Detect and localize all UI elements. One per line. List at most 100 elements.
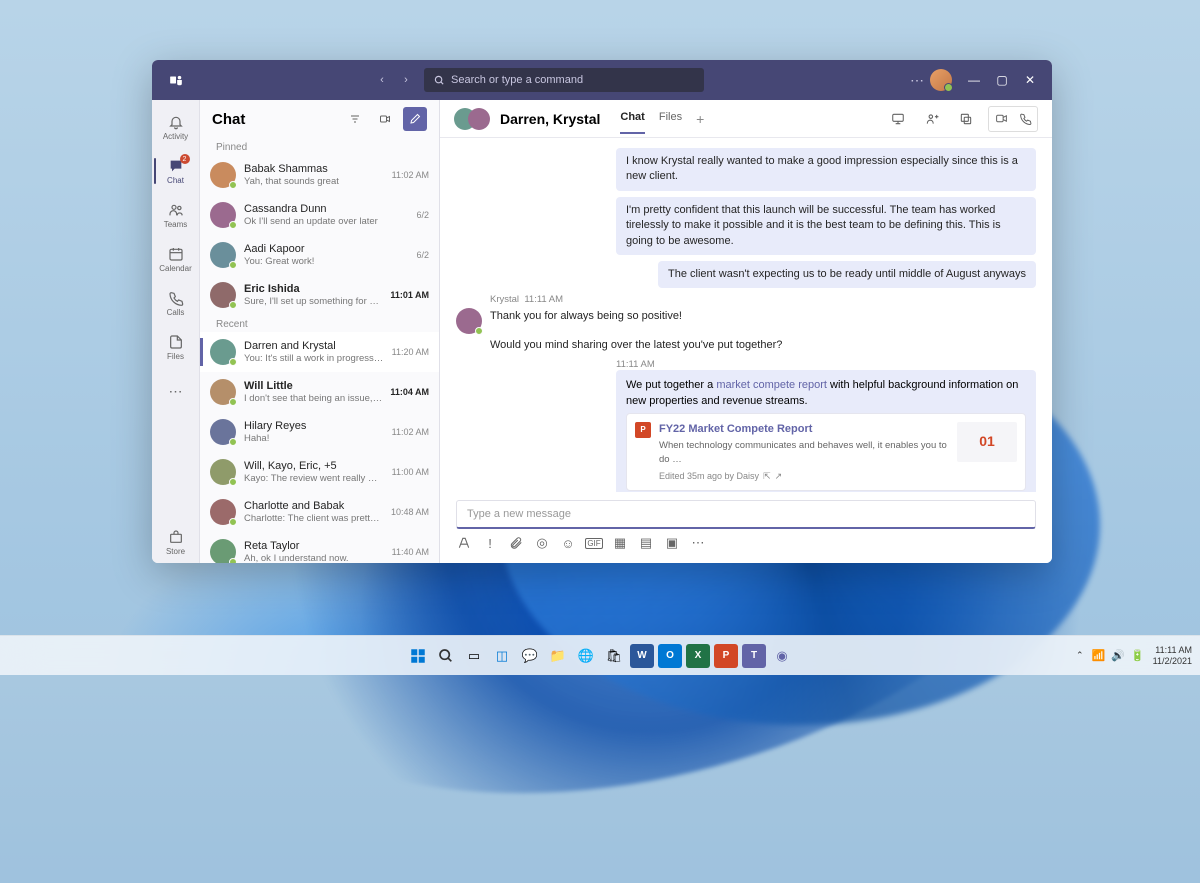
taskbar-teams-chat[interactable]: 💬: [518, 644, 542, 668]
message-bubble-mine[interactable]: We put together a market compete report …: [616, 370, 1036, 492]
message-bubble-mine[interactable]: I'm pretty confident that this launch wi…: [616, 197, 1036, 255]
sticker-button[interactable]: ▦: [612, 535, 628, 551]
file-card[interactable]: P FY22 Market Compete Report When techno…: [626, 413, 1026, 492]
chat-avatar: [210, 339, 236, 365]
filter-button[interactable]: [343, 107, 367, 131]
message-group: Krystal 11:11 AM Thank you for always be…: [456, 294, 1036, 353]
chat-avatar: [210, 242, 236, 268]
calendar-icon: [167, 245, 185, 263]
more-icon: ⋯: [167, 382, 185, 400]
format-button[interactable]: [456, 535, 472, 551]
chat-avatar: [210, 202, 236, 228]
taskbar-excel[interactable]: X: [686, 644, 710, 668]
search-taskbar-button[interactable]: [434, 644, 458, 668]
taskbar-outlook[interactable]: O: [658, 644, 682, 668]
volume-icon[interactable]: 🔊: [1111, 649, 1125, 662]
taskbar-teams[interactable]: T: [742, 644, 766, 668]
chat-avatar: [210, 162, 236, 188]
recent-section-label: Recent: [200, 315, 439, 332]
chat-badge: 2: [180, 154, 190, 164]
clock-time: 11:11 AM: [1153, 645, 1192, 656]
chat-list-item[interactable]: Darren and KrystalYou: It's still a work…: [200, 332, 439, 372]
message-text[interactable]: Would you mind sharing over the latest y…: [490, 338, 782, 353]
rail-store[interactable]: Store: [154, 521, 198, 563]
battery-icon[interactable]: 🔋: [1131, 649, 1145, 662]
add-people-button[interactable]: [920, 107, 944, 131]
chat-preview: Sure, I'll set up something for next wee…: [244, 296, 382, 307]
taskbar-app[interactable]: ◉: [770, 644, 794, 668]
taskbar-word[interactable]: W: [630, 644, 654, 668]
new-chat-button[interactable]: [403, 107, 427, 131]
more-compose-button[interactable]: ⋯: [690, 535, 706, 551]
search-input[interactable]: Search or type a command: [424, 68, 704, 92]
nav-back-button[interactable]: ‹: [372, 70, 392, 90]
chat-avatar: [210, 379, 236, 405]
widgets-button[interactable]: ◫: [490, 644, 514, 668]
chat-name: Eric Ishida: [244, 283, 382, 295]
close-button[interactable]: ✕: [1016, 66, 1044, 94]
store-icon: [167, 528, 185, 546]
rail-activity[interactable]: Activity: [154, 106, 198, 148]
stream-button[interactable]: ▣: [664, 535, 680, 551]
tab-add[interactable]: +: [696, 103, 704, 134]
rail-calendar[interactable]: Calendar: [154, 238, 198, 280]
taskview-button[interactable]: ▭: [462, 644, 486, 668]
taskbar-clock[interactable]: 11:11 AM 11/2/2021: [1153, 645, 1192, 667]
tab-chat[interactable]: Chat: [620, 103, 644, 134]
share-screen-button[interactable]: [886, 107, 910, 131]
conversation-header: Darren, Krystal Chat Files +: [440, 100, 1052, 138]
chat-preview: Charlotte: The client was pretty happy w…: [244, 513, 383, 524]
rail-files[interactable]: Files: [154, 326, 198, 368]
maximize-button[interactable]: ▢: [988, 66, 1016, 94]
chat-time: 11:02 AM: [392, 170, 429, 180]
nav-forward-button[interactable]: ›: [396, 70, 416, 90]
loop-button[interactable]: ◎: [534, 535, 550, 551]
chat-list-item[interactable]: Hilary ReyesHaha!11:02 AM: [200, 412, 439, 452]
message-link[interactable]: market compete report: [716, 379, 827, 391]
share-icon[interactable]: ⇱: [763, 470, 771, 483]
open-icon[interactable]: ↗: [775, 470, 783, 483]
rail-label: Chat: [167, 176, 184, 185]
taskbar-store[interactable]: 🛍: [602, 644, 626, 668]
meet-now-button[interactable]: [373, 107, 397, 131]
schedule-button[interactable]: ▤: [638, 535, 654, 551]
user-avatar[interactable]: [930, 69, 952, 91]
chat-list-item[interactable]: Eric IshidaSure, I'll set up something f…: [200, 275, 439, 315]
chat-list-item[interactable]: Charlotte and BabakCharlotte: The client…: [200, 492, 439, 532]
popout-button[interactable]: [954, 107, 978, 131]
message-bubble-mine[interactable]: The client wasn't expecting us to be rea…: [658, 261, 1036, 288]
taskbar-explorer[interactable]: 📁: [546, 644, 570, 668]
chat-name: Reta Taylor: [244, 540, 384, 552]
rail-more[interactable]: ⋯: [154, 370, 198, 412]
powerpoint-icon: P: [635, 422, 651, 438]
more-options-button[interactable]: ⋯: [910, 72, 924, 89]
emoji-button[interactable]: ☺: [560, 535, 576, 551]
taskbar-powerpoint[interactable]: P: [714, 644, 738, 668]
app-rail: Activity 2 Chat Teams Calendar Calls Fil…: [152, 100, 200, 563]
rail-chat[interactable]: 2 Chat: [154, 150, 198, 192]
minimize-button[interactable]: —: [960, 66, 988, 94]
phone-icon: [167, 289, 185, 307]
chat-list-item[interactable]: Will LittleI don't see that being an iss…: [200, 372, 439, 412]
message-text[interactable]: Thank you for always being so positive!: [490, 309, 782, 324]
rail-calls[interactable]: Calls: [154, 282, 198, 324]
audio-call-button[interactable]: [1014, 108, 1036, 130]
chat-list-item[interactable]: Will, Kayo, Eric, +5Kayo: The review wen…: [200, 452, 439, 492]
chat-list-item[interactable]: Babak ShammasYah, that sounds great11:02…: [200, 155, 439, 195]
taskbar-edge[interactable]: 🌐: [574, 644, 598, 668]
priority-button[interactable]: !: [482, 535, 498, 551]
tray-chevron-icon[interactable]: ⌃: [1076, 650, 1084, 661]
rail-teams[interactable]: Teams: [154, 194, 198, 236]
chat-list-item[interactable]: Reta TaylorAh, ok I understand now.11:40…: [200, 532, 439, 563]
wifi-icon[interactable]: 📶: [1092, 649, 1106, 662]
attach-button[interactable]: [508, 535, 524, 551]
video-call-button[interactable]: [990, 108, 1012, 130]
chat-list-item[interactable]: Aadi KapoorYou: Great work!6/2: [200, 235, 439, 275]
message-bubble-mine[interactable]: I know Krystal really wanted to make a g…: [616, 148, 1036, 191]
message-list: I know Krystal really wanted to make a g…: [440, 138, 1052, 492]
message-input[interactable]: Type a new message: [456, 500, 1036, 529]
start-button[interactable]: [406, 644, 430, 668]
gif-button[interactable]: GIF: [586, 535, 602, 551]
chat-list-item[interactable]: Cassandra DunnOk I'll send an update ove…: [200, 195, 439, 235]
tab-files[interactable]: Files: [659, 103, 682, 134]
